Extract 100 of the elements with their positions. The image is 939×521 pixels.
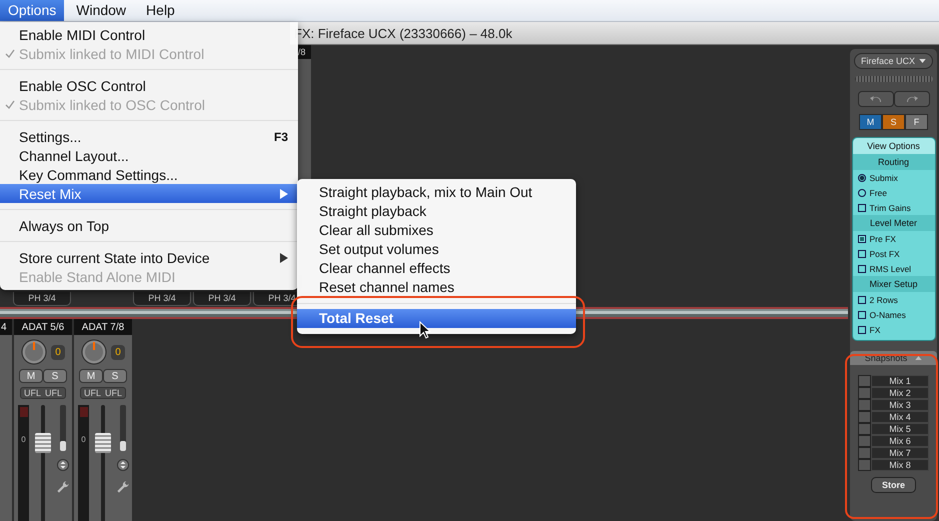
snapshot-indicator [858,435,871,447]
caret-icon [919,59,926,63]
status-label: UFL [24,388,41,398]
menu-item[interactable]: Total Reset [297,309,576,328]
snapshot-indicator [858,387,871,399]
store-button[interactable]: Store [870,477,916,493]
mute-button[interactable]: M [19,369,43,383]
undo-button[interactable] [858,91,894,107]
snapshot-button[interactable]: Mix 6 [871,435,929,447]
redo-icon [906,95,918,103]
wrench-icon[interactable] [55,479,71,495]
option-label: Trim Gains [870,202,911,212]
meter-scale-mark: 0 [21,435,26,444]
submenu-arrow-icon [280,252,288,262]
channel-name: /8 [297,45,311,59]
menu-item[interactable]: Key Command Settings... [0,165,298,184]
checkbox[interactable] [858,296,866,304]
window-title: FX: Fireface UCX (23330666) – 48.0k [294,26,512,40]
snapshot-button[interactable]: Mix 4 [871,411,929,423]
snapshot-button[interactable]: Mix 1 [871,375,929,387]
menu-item[interactable]: Reset Mix [0,184,298,203]
channel-tab[interactable]: PH 3/4 [133,292,191,306]
mode-button[interactable]: M [859,114,882,130]
snapshot-button[interactable]: Mix 7 [871,447,929,459]
stepper-icon[interactable] [57,459,69,471]
snapshot-indicator [858,399,871,411]
menu-item[interactable]: Store current State into Device [0,248,298,267]
option-label: Free [870,188,887,198]
gain-value: 0 [51,344,65,360]
menu-item[interactable]: Straight playback, mix to Main Out [297,183,576,202]
meter-scale-mark: 0 [81,435,86,444]
checkbox[interactable] [858,264,866,272]
menu-item[interactable]: Straight playback [297,202,576,221]
channel-name: 4 [0,319,12,335]
device-dropdown[interactable]: Fireface UCX [854,53,933,69]
menu-item[interactable]: Always on Top [0,216,298,235]
gain-knob[interactable] [81,339,108,365]
channel-tab[interactable]: PH 3/4 [193,292,251,306]
stepper-icon[interactable] [117,459,129,471]
fader-handle[interactable] [95,432,111,452]
clip-indicator [80,407,88,417]
snapshot-indicator [858,447,871,459]
radio-button[interactable] [858,188,866,196]
section-header: Routing [852,154,934,170]
snapshot-indicator [858,375,871,387]
snapshot-button[interactable]: Mix 2 [871,387,929,399]
radio-button[interactable] [858,174,866,182]
mode-button[interactable]: F [905,114,928,130]
trim-slider-fill[interactable] [120,440,126,451]
submenu-arrow-icon [280,188,288,198]
snapshot-button[interactable]: Mix 3 [871,399,929,411]
option-label: Pre FX [870,234,896,244]
channel-name: ADAT 5/6 [14,319,72,335]
option-label: FX [870,324,880,334]
option-label: Submix [870,172,898,182]
trim-slider-fill[interactable] [60,440,66,451]
snapshot-button[interactable]: Mix 5 [871,423,929,435]
checkbox[interactable] [858,204,866,212]
checkbox[interactable] [858,310,866,318]
status-label: UFL [84,388,101,398]
section-header: Level Meter [852,215,934,231]
panel-title: View Options [852,138,934,154]
snapshot-button[interactable]: Mix 8 [871,459,929,471]
snapshot-indicator [858,423,871,435]
menu-item[interactable]: Clear all submixes [297,221,576,240]
channel-tab[interactable]: PH 3/4 [13,292,71,306]
status-label: UFL [105,388,122,398]
snapshot-indicator [858,459,871,471]
shortcut-label: F3 [274,130,288,144]
channel-name: ADAT 7/8 [74,319,132,335]
menu-bar-item[interactable]: Options [0,0,64,21]
redo-button[interactable] [894,91,930,107]
option-label: O-Names [870,310,906,320]
checkbox[interactable] [858,326,866,334]
mode-button[interactable]: S [882,114,905,130]
option-label: Post FX [870,248,900,258]
menu-item[interactable]: Set output volumes [297,240,576,259]
option-label: RMS Level [870,264,912,274]
section-header: Mixer Setup [852,276,934,292]
wrench-icon[interactable] [115,479,131,495]
solo-button[interactable]: S [103,369,127,383]
snapshot-indicator [858,411,871,423]
grip-bar[interactable] [854,76,932,82]
fader-handle[interactable] [35,432,51,452]
menu-bar-item[interactable]: Window [68,0,134,21]
solo-button[interactable]: S [43,369,67,383]
checkbox[interactable] [858,250,866,258]
clip-indicator [20,407,28,417]
menu-item[interactable]: Channel Layout... [0,146,298,165]
gain-value: 0 [111,344,125,360]
menu-item[interactable]: Settings... F3 [0,127,298,146]
menu-item[interactable]: Enable OSC Control [0,76,298,95]
gain-knob[interactable] [21,339,48,365]
checkbox[interactable] [858,234,866,242]
checkmark-icon [5,100,15,110]
menu-item[interactable]: Clear channel effects [297,259,576,278]
mute-button[interactable]: M [79,369,103,383]
panel-title: Snapshots [864,353,908,363]
checkmark-icon [5,48,15,58]
menu-bar-item[interactable]: Help [138,0,183,21]
